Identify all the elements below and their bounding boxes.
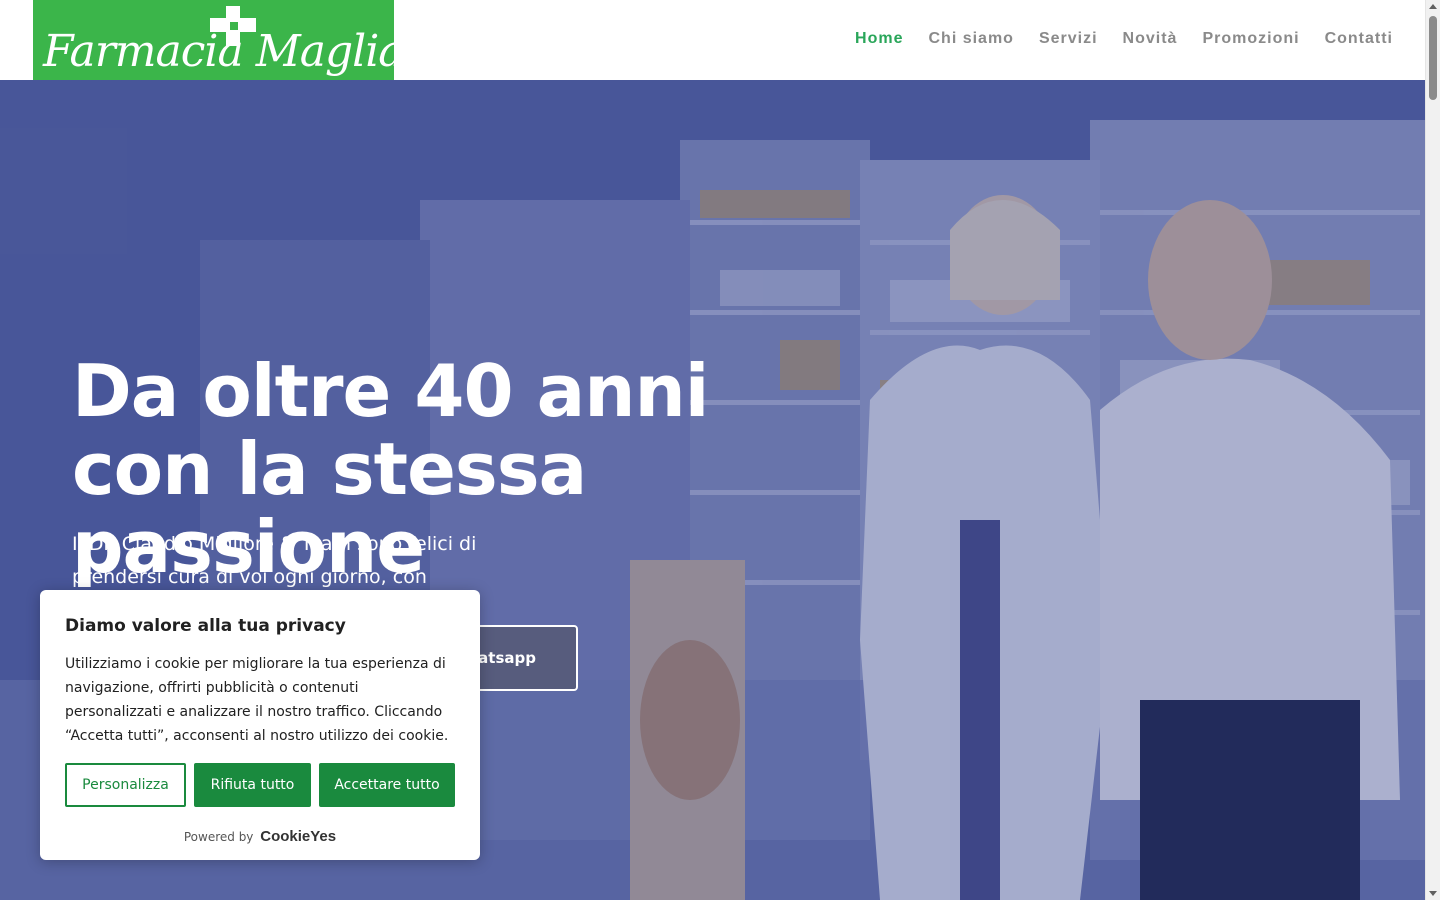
site-header: Farmacia Magliaso Home Chi siamo Servizi… — [0, 0, 1425, 80]
nav-novita[interactable]: Novità — [1123, 30, 1178, 48]
cookie-text: Utilizziamo i cookie per migliorare la t… — [65, 656, 449, 744]
logo-text: Farmacia Magliaso — [43, 26, 394, 77]
powered-by-text: Powered by — [183, 830, 254, 844]
main-nav: Home Chi siamo Servizi Novità Promozioni… — [855, 30, 1393, 48]
accept-all-button[interactable]: Accettare tutto — [319, 763, 455, 807]
nav-chi-siamo[interactable]: Chi siamo — [928, 30, 1013, 48]
cookieyes-logo[interactable]: CookieYes — [260, 828, 336, 845]
cookie-consent-banner: Diamo valore alla tua privacy Utilizziam… — [40, 590, 480, 860]
page-scrollbar[interactable] — [1425, 0, 1440, 900]
scroll-thumb[interactable] — [1429, 16, 1437, 100]
cookie-powered-by: Powered by CookieYes — [40, 828, 480, 845]
scroll-up-icon[interactable] — [1429, 4, 1437, 9]
reject-all-button[interactable]: Rifiuta tutto — [194, 763, 311, 807]
nav-servizi[interactable]: Servizi — [1039, 30, 1098, 48]
scroll-down-icon[interactable] — [1429, 891, 1437, 896]
nav-promozioni[interactable]: Promozioni — [1202, 30, 1299, 48]
cookie-title: Diamo valore alla tua privacy — [65, 616, 346, 636]
nav-home[interactable]: Home — [855, 30, 903, 48]
customize-button[interactable]: Personalizza — [65, 763, 186, 807]
nav-contatti[interactable]: Contatti — [1325, 30, 1393, 48]
cookie-buttons: Personalizza Rifiuta tutto Accettare tut… — [65, 763, 455, 807]
site-logo[interactable]: Farmacia Magliaso — [33, 0, 394, 80]
